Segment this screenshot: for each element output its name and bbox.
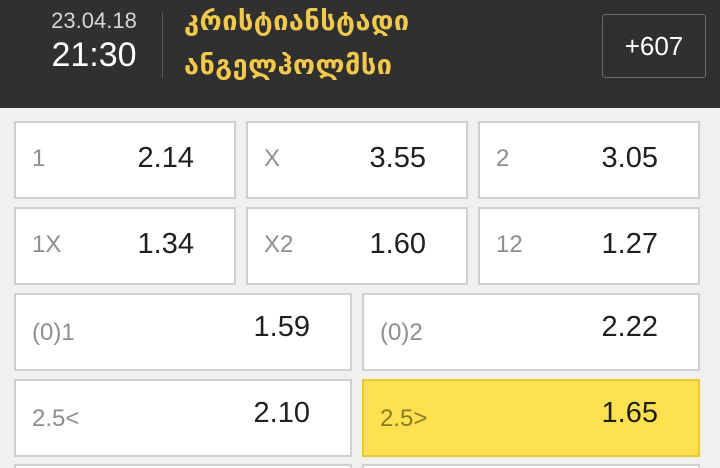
header-divider	[162, 12, 163, 78]
odd-label: 1	[32, 145, 46, 172]
odd-value: 1.65	[601, 397, 658, 429]
odd-value: 3.55	[369, 142, 426, 174]
team-away-name: ანგელჰოლმსი	[184, 50, 393, 80]
odd-value: 1.34	[137, 228, 194, 260]
odd-value: 2.10	[253, 397, 310, 429]
match-time: 21:30	[51, 36, 137, 74]
odd-label: 2.5<	[32, 405, 80, 432]
team-home-name: კრისტიანსტადი	[184, 6, 410, 36]
odd-button-handicap-home[interactable]: (0)1 1.59	[14, 293, 352, 371]
match-date: 23.04.18	[51, 8, 137, 33]
more-markets-button[interactable]: +607	[602, 14, 706, 78]
odd-button-double-chance-x2[interactable]: X2 1.60	[246, 207, 468, 285]
odd-label: 12	[496, 231, 523, 258]
odd-button-next-row-right[interactable]	[362, 464, 700, 468]
odd-label: 2	[496, 145, 510, 172]
odd-label: 1X	[32, 231, 62, 258]
odd-label: (0)1	[32, 319, 75, 346]
odd-value: 3.05	[601, 142, 658, 174]
odd-label: (0)2	[380, 319, 423, 346]
odd-value: 1.60	[369, 228, 426, 260]
odd-button-next-row-left[interactable]	[14, 464, 352, 468]
odd-value: 2.14	[137, 142, 194, 174]
odd-label: X2	[264, 231, 294, 258]
odd-label: X	[264, 145, 281, 172]
odd-button-double-chance-1x[interactable]: 1X 1.34	[14, 207, 236, 285]
odd-button-over-2-5-selected[interactable]: 2.5> 1.65	[362, 379, 700, 457]
odd-button-home-win[interactable]: 1 2.14	[14, 121, 236, 199]
odd-button-handicap-away[interactable]: (0)2 2.22	[362, 293, 700, 371]
odd-value: 2.22	[601, 311, 658, 343]
odd-label: 2.5>	[380, 405, 428, 432]
odd-button-away-win[interactable]: 2 3.05	[478, 121, 700, 199]
odd-button-draw[interactable]: X 3.55	[246, 121, 468, 199]
odd-value: 1.59	[253, 311, 310, 343]
odd-button-under-2-5[interactable]: 2.5< 2.10	[14, 379, 352, 457]
odd-button-double-chance-12[interactable]: 12 1.27	[478, 207, 700, 285]
odd-value: 1.27	[601, 228, 658, 260]
match-header: 23.04.18 21:30 კრისტიანსტადი ანგელჰოლმსი…	[0, 0, 720, 108]
